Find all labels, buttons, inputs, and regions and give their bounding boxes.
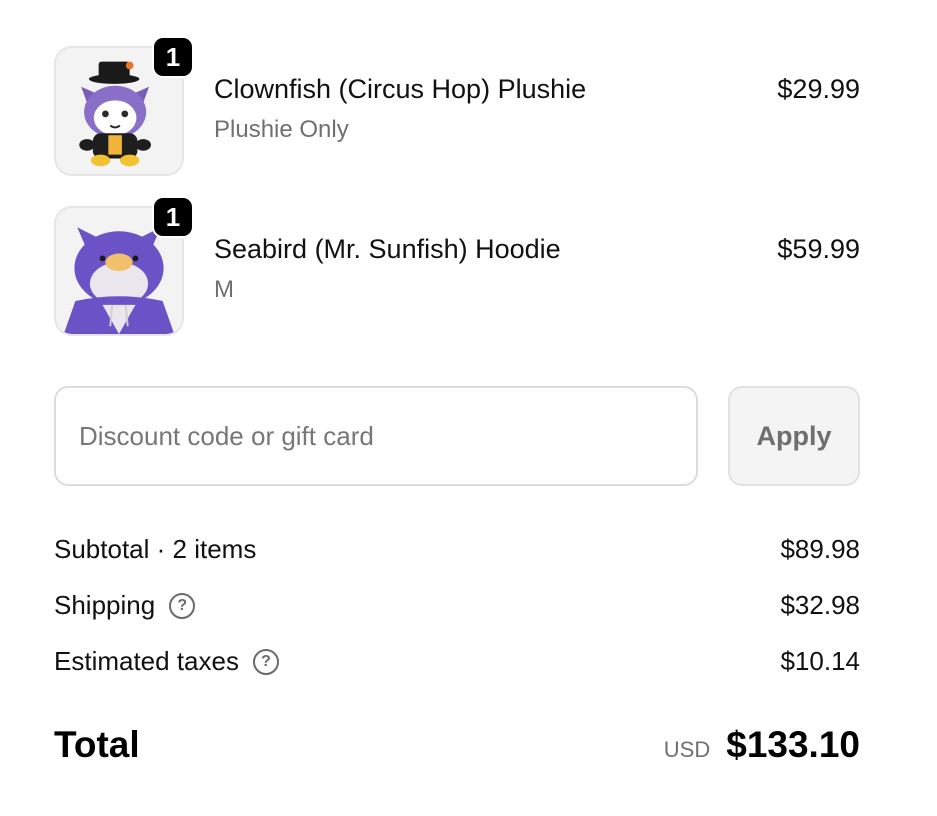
total-label: Total [54,724,140,765]
shipping-row: Shipping ? $32.98 [54,586,860,626]
shipping-label: Shipping [54,590,156,620]
taxes-label: Estimated taxes [54,646,239,676]
shipping-value: $32.98 [780,590,860,620]
item-name: Clownfish (Circus Hop) Plushie [214,74,587,104]
question-circle-icon[interactable]: ? [252,648,279,675]
taxes-value: $10.14 [780,646,860,676]
item-price: $29.99 [777,74,860,104]
total-price-group: USD $133.10 [664,724,860,766]
shipping-label-group: Shipping ? [54,590,196,621]
subtotal-row: Subtotal · 2 items $89.98 [54,530,860,570]
taxes-row: Estimated taxes ? $10.14 [54,642,860,682]
quantity-badge: 1 [152,196,194,238]
total-row: Total USD $133.10 [54,722,860,772]
item-variant: M [214,276,234,303]
line-item: 1 Clownfish (Circus Hop) Plushie Plushie… [54,36,860,176]
apply-button[interactable]: Apply [728,386,860,486]
total-amount: $133.10 [726,724,860,765]
line-item: 1 Seabird (Mr. Sunfish) Hoodie M $59.99 [54,196,860,336]
subtotal-value: $89.98 [780,534,860,564]
currency-code: USD [663,737,711,762]
order-summary: 1 Clownfish (Circus Hop) Plushie Plushie… [0,0,937,816]
subtotal-label: Subtotal · 2 items [54,534,257,564]
quantity-badge: 1 [152,36,194,78]
question-circle-icon[interactable]: ? [169,592,196,619]
taxes-label-group: Estimated taxes ? [54,646,279,677]
item-name: Seabird (Mr. Sunfish) Hoodie [214,234,561,264]
item-price: $59.99 [777,234,860,264]
item-variant: Plushie Only [214,116,349,143]
discount-code-input[interactable] [54,386,698,486]
